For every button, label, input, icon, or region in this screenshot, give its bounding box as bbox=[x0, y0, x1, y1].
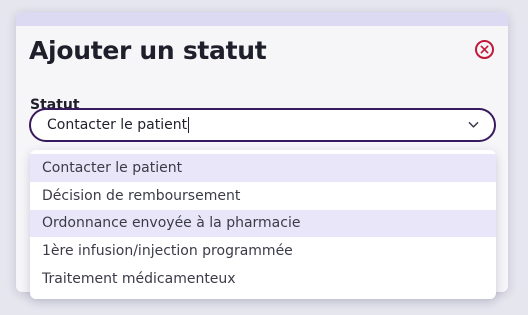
dropdown-option[interactable]: Décision de remboursement bbox=[30, 182, 496, 210]
text-cursor bbox=[188, 117, 190, 133]
status-dropdown-menu: Contacter le patient Décision de rembour… bbox=[30, 150, 496, 299]
chevron-down-icon[interactable] bbox=[466, 118, 480, 132]
status-select-value: Contacter le patient bbox=[47, 117, 188, 133]
status-select-input[interactable]: Contacter le patient bbox=[29, 108, 496, 142]
modal-title: Ajouter un statut bbox=[29, 36, 267, 65]
modal-top-bar bbox=[16, 12, 508, 26]
close-button[interactable] bbox=[475, 40, 494, 59]
close-circle-icon bbox=[480, 45, 489, 54]
dropdown-option[interactable]: 1ère infusion/injection programmée bbox=[30, 237, 496, 265]
dropdown-option[interactable]: Contacter le patient bbox=[30, 154, 496, 182]
dropdown-option[interactable]: Ordonnance envoyée à la pharmacie bbox=[30, 209, 496, 238]
dropdown-option[interactable]: Traitement médicamenteux bbox=[30, 265, 496, 293]
